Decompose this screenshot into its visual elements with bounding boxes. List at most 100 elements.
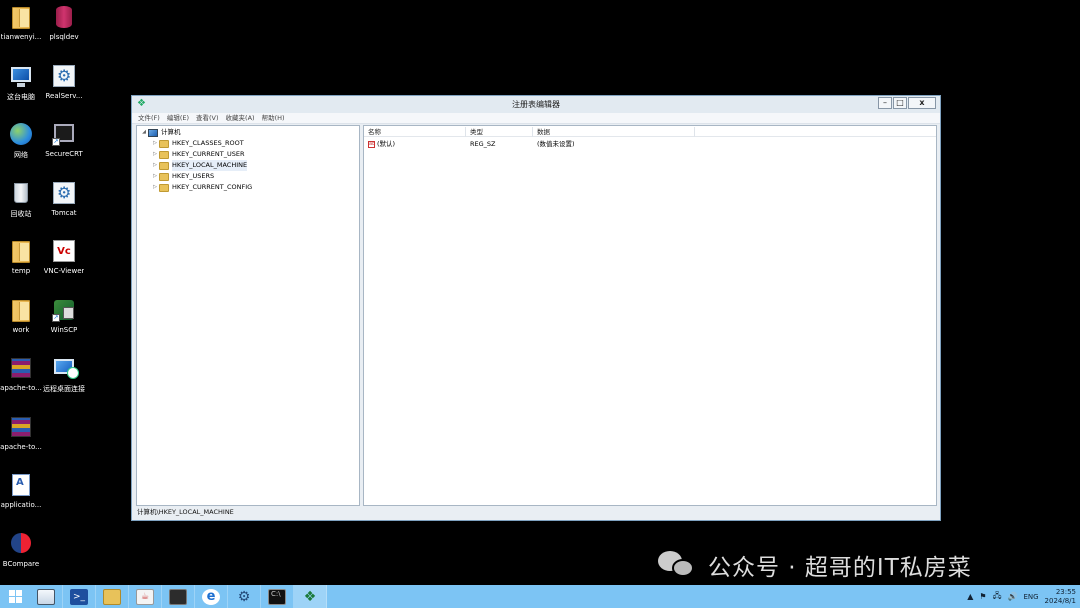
title-bar[interactable]: ❖ 注册表编辑器 – □ x <box>132 96 940 113</box>
minimize-button[interactable]: – <box>878 97 892 109</box>
values-header-row: 名称 类型 数据 <box>364 126 936 137</box>
desktop-icon-vnc-viewer[interactable]: Vc VNC-Viewer <box>41 238 87 292</box>
folder-icon <box>8 297 34 323</box>
taskbar-powershell[interactable]: >_ <box>63 585 96 608</box>
desktop-icon-label: tianwenyi... <box>0 33 42 41</box>
desktop-icon-plsqldev[interactable]: plsqldev <box>41 4 87 58</box>
desktop-icon-securecrt[interactable]: ↗ SecureCRT <box>41 121 87 175</box>
show-hidden-icons-chevron-icon[interactable]: ▲ <box>967 592 973 601</box>
taskbar-internet-explorer[interactable]: e <box>195 585 228 608</box>
taskbar: >_ ☕ e ⚙ C:\ ❖ ▲ ⚑ 🖧 🔊 ENG 23:55 2024/8/… <box>0 585 1080 608</box>
bcompare-icon <box>8 531 34 557</box>
tree-node-label: HKEY_CURRENT_USER <box>172 150 245 158</box>
registry-tree-pane[interactable]: ◢ 计算机 ▷ HKEY_CLASSES_ROOT ▷ HKEY_CURRENT… <box>136 125 360 506</box>
internet-explorer-icon: e <box>202 588 220 605</box>
tomcat-icon <box>51 180 77 206</box>
close-button[interactable]: x <box>908 97 936 109</box>
desktop-icon-recycle-bin[interactable]: 回收站 <box>0 180 44 234</box>
menu-view[interactable]: 查看(V) <box>196 113 219 123</box>
tree-node-computer[interactable]: ◢ 计算机 <box>140 127 181 138</box>
tree-node-hkey-current-config[interactable]: ▷ HKEY_CURRENT_CONFIG <box>151 182 252 193</box>
taskbar-settings[interactable]: ⚙ <box>228 585 261 608</box>
desktop-icon-bcompare[interactable]: BCompare <box>0 531 44 585</box>
watermark-text: 公众号 · 超哥的IT私房菜 <box>708 555 972 581</box>
tree-node-label: HKEY_USERS <box>172 172 215 180</box>
menu-file[interactable]: 文件(F) <box>138 113 160 123</box>
maximize-button[interactable]: □ <box>893 97 907 109</box>
desktop-icon-application[interactable]: applicatio... <box>0 472 44 526</box>
tree-node-hkey-local-machine[interactable]: ▷ HKEY_LOCAL_MACHINE <box>151 160 248 171</box>
taskbar-file-explorer[interactable] <box>96 585 129 608</box>
network-icon[interactable]: 🖧 <box>993 590 1002 604</box>
system-tray: ▲ ⚑ 🖧 🔊 ENG 23:55 2024/8/1 <box>967 585 1076 608</box>
value-name: (默认) <box>377 140 396 148</box>
expand-arrow-icon[interactable]: ▷ <box>151 149 159 160</box>
tree-node-hkey-users[interactable]: ▷ HKEY_USERS <box>151 171 214 182</box>
menu-help[interactable]: 帮助(H) <box>262 113 285 123</box>
menu-favorites[interactable]: 收藏夹(A) <box>226 113 255 123</box>
input-language-indicator[interactable]: ENG <box>1023 593 1038 601</box>
tree-node-label: 计算机 <box>161 128 181 136</box>
desktop-icon-label: VNC-Viewer <box>43 267 85 275</box>
desktop-icon-label: 回收站 <box>10 210 32 218</box>
desktop-icon-label: temp <box>11 267 31 275</box>
taskbar-registry-editor[interactable]: ❖ <box>294 585 327 608</box>
column-header-type[interactable]: 类型 <box>466 127 533 137</box>
expand-arrow-icon[interactable]: ▷ <box>151 171 159 182</box>
desktop-icon-apache-tomcat-1[interactable]: apache-to... <box>0 355 44 409</box>
desktop-icon-remote-desktop[interactable]: 远程桌面连接 <box>41 355 87 409</box>
desktop-icon-label: Tomcat <box>51 209 77 217</box>
start-button[interactable] <box>0 585 30 608</box>
taskbar-command-prompt[interactable]: C:\ <box>261 585 294 608</box>
value-name-cell: ab (默认) <box>368 139 395 150</box>
clock-date: 2024/8/1 <box>1044 596 1076 605</box>
collapse-arrow-icon[interactable]: ◢ <box>140 127 148 138</box>
folder-icon <box>159 161 169 170</box>
desktop-icon-tomcat[interactable]: Tomcat <box>41 180 87 234</box>
desktop-icon-this-pc[interactable]: 这台电脑 <box>0 63 44 117</box>
wechat-watermark: 公众号 · 超哥的IT私房菜 <box>658 548 972 582</box>
value-row[interactable]: ab (默认) REG_SZ (数值未设置) <box>364 139 936 150</box>
expand-arrow-icon[interactable]: ▷ <box>151 182 159 193</box>
desktop-icon-work[interactable]: work <box>0 297 44 351</box>
desktop-icon-network[interactable]: 网络 <box>0 121 44 175</box>
command-prompt-icon: C:\ <box>268 588 286 605</box>
expand-arrow-icon[interactable]: ▷ <box>151 160 159 171</box>
tree-node-hkey-current-user[interactable]: ▷ HKEY_CURRENT_USER <box>151 149 245 160</box>
column-header-data[interactable]: 数据 <box>533 127 695 137</box>
folder-icon <box>159 172 169 181</box>
desktop-icon-apache-tomcat-2[interactable]: apache-to... <box>0 414 44 468</box>
registry-values-pane[interactable]: 名称 类型 数据 ab (默认) REG_SZ (数值未设置) <box>363 125 937 506</box>
status-bar: 计算机\HKEY_LOCAL_MACHINE <box>137 508 234 516</box>
volume-icon[interactable]: 🔊 <box>1007 592 1017 601</box>
taskbar-server-manager[interactable] <box>30 585 63 608</box>
desktop-icon-label: apache-to... <box>0 443 42 451</box>
expand-arrow-icon[interactable]: ▷ <box>151 138 159 149</box>
desktop-icon-tianwenyi[interactable]: tianwenyi... <box>0 4 44 58</box>
tree-node-label: HKEY_CURRENT_CONFIG <box>172 183 253 191</box>
clock[interactable]: 23:55 2024/8/1 <box>1045 588 1076 606</box>
tree-node-hkey-classes-root[interactable]: ▷ HKEY_CLASSES_ROOT <box>151 138 244 149</box>
winrar-icon <box>8 414 34 440</box>
printer-icon <box>169 588 187 605</box>
plsqldev-icon <box>51 4 77 30</box>
taskbar-java[interactable]: ☕ <box>129 585 162 608</box>
desktop-icon-label: apache-to... <box>0 384 42 392</box>
column-header-name[interactable]: 名称 <box>364 127 466 137</box>
tree-node-label: HKEY_CLASSES_ROOT <box>172 139 244 147</box>
folder-icon <box>159 150 169 159</box>
menu-edit[interactable]: 编辑(E) <box>167 113 189 123</box>
value-type-cell: REG_SZ <box>470 140 496 148</box>
desktop-icon-realserver[interactable]: RealServ... <box>41 63 87 117</box>
folder-icon <box>8 4 34 30</box>
desktop-icon-label: applicatio... <box>0 501 42 509</box>
taskbar-printer[interactable] <box>162 585 195 608</box>
java-icon: ☕ <box>136 588 154 605</box>
winscp-icon: ↗ <box>51 297 77 323</box>
desktop-icon-winscp[interactable]: ↗ WinSCP <box>41 297 87 351</box>
clock-time: 23:55 <box>1055 587 1076 596</box>
string-value-icon: ab <box>368 140 376 148</box>
desktop-icon-label: plsqldev <box>49 33 79 41</box>
desktop-icon-temp[interactable]: temp <box>0 238 44 292</box>
action-center-flag-icon[interactable]: ⚑ <box>979 592 986 601</box>
